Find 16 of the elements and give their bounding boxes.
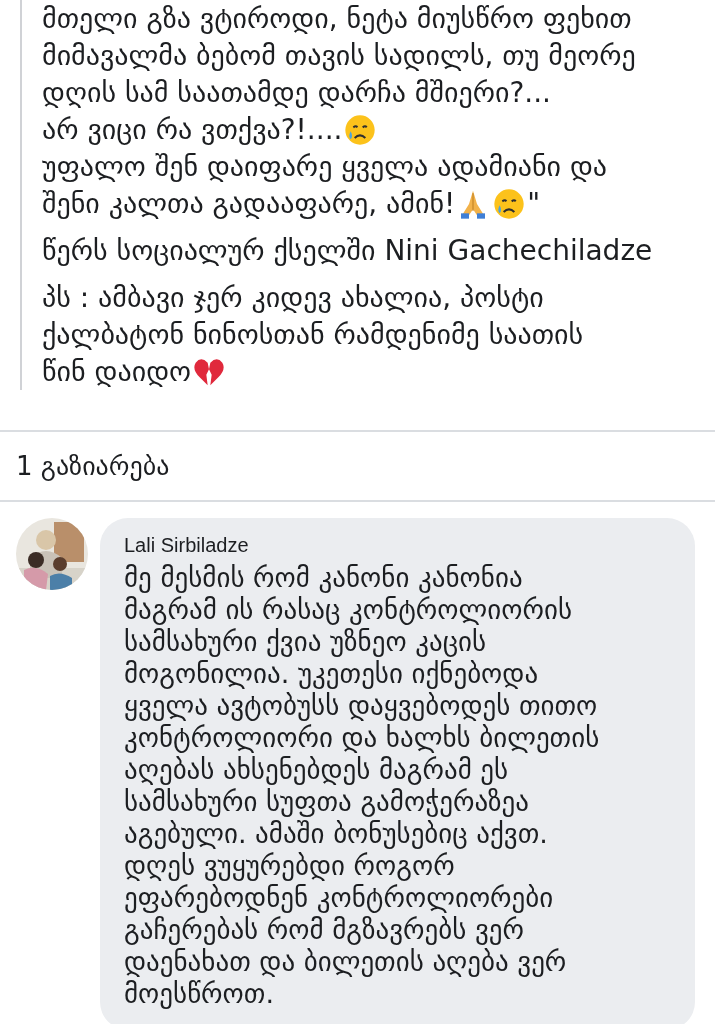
comment-author[interactable]: Lali Sirbiladze — [124, 530, 671, 560]
comment-text: მე მესმის რომ კანონი კანონია მაგრამ ის რასაც კონტროლიორის სამსახური ქვია უზნეო კაცის მოგონილია. უკეთესი იქნებოდა ყველა ავტობუსს დაყვებოდეს თითო კონტროლიორი და ხალხს ბილეთის აღებას ახსენებდეს მაგრამ ეს სამსახური სუფთა გამოჭერაზეა აგებული. ამაში ბონუსებიც აქვთ. დღეს ვუყურებდი როგორ ეფარებოდნენ კონტროლიორები გაჩერებას რომ მგზავრებს ვერ დაენახათ და ბილეთის აღება ვერ მოესწროთ. — [124, 562, 601, 1010]
post-text: ქალბატონ ნინოსთან რამდენიმე საათის — [42, 316, 584, 353]
post-text: უფალო შენ დაიფარე ყველა ადამიანი და — [42, 148, 608, 185]
post-text: წინ დაიდო — [42, 353, 192, 390]
post-text: მთელი გზა ვტიროდი, ნეტა მიუსწრო ფეხით — [42, 0, 632, 37]
crying-face-icon — [344, 113, 377, 146]
post-text: არ ვიცი რა ვთქვა?!.... — [42, 111, 343, 148]
share-count[interactable]: 1 გაზიარება — [16, 446, 170, 486]
post-text: პს : ამბავი ჯერ კიდევ ახალია, პოსტი — [42, 279, 544, 316]
post-text: " — [527, 185, 541, 222]
post-text: შენი კალთა გადააფარე, ამინ! — [42, 185, 456, 222]
crying-face-icon — [493, 187, 526, 220]
post-text: დღის სამ საათამდე დარჩა მშიერი?... — [42, 74, 551, 111]
post-text: მიმავალმა ბებომ თავის სადილს, თუ მეორე — [42, 37, 636, 74]
post-text: წერს სოციალურ ქსელში Nini Gachechiladze — [42, 232, 653, 269]
